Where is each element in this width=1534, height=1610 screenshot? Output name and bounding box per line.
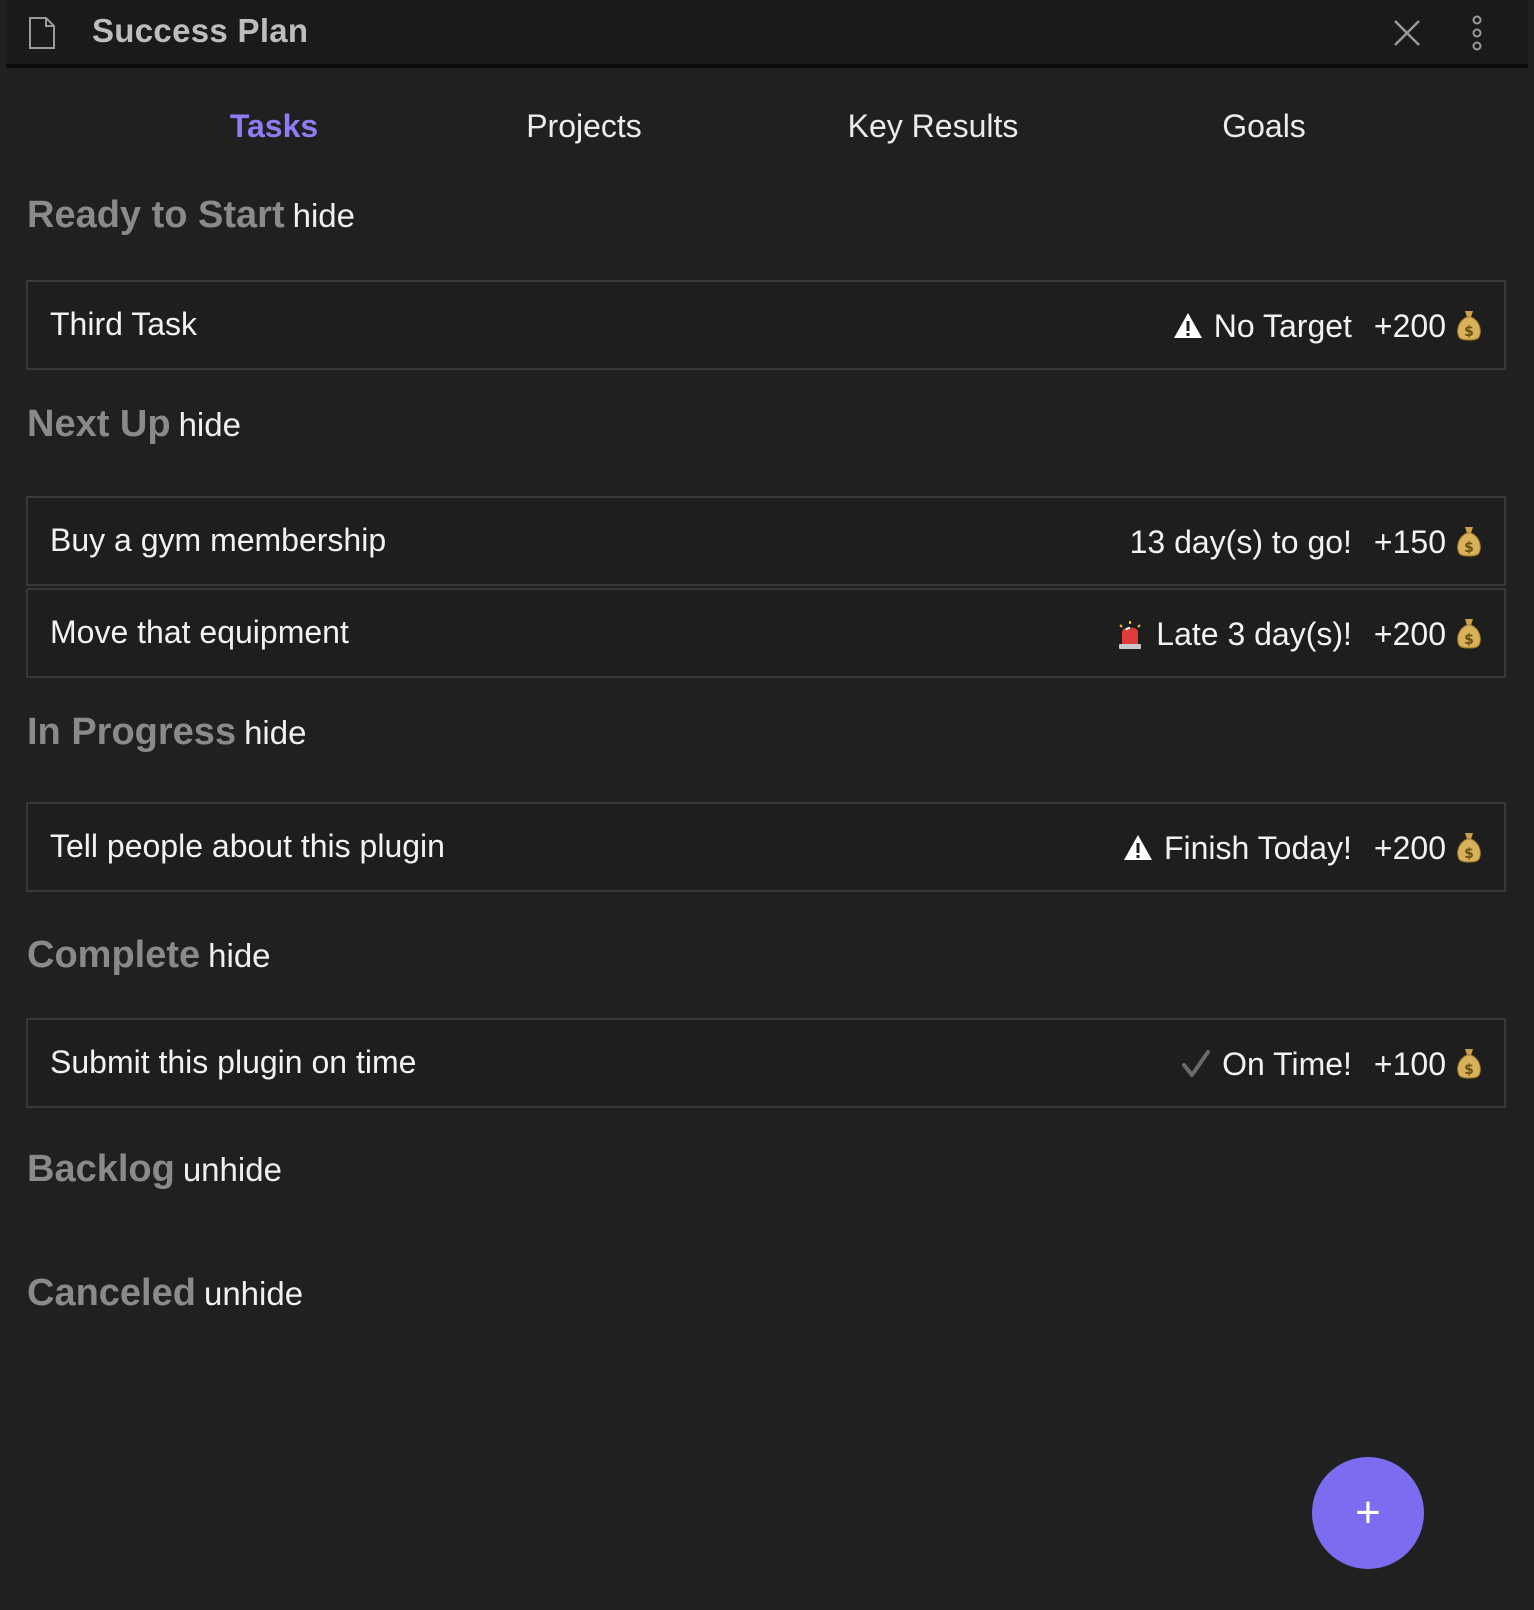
tab-projects[interactable]: Projects bbox=[526, 108, 642, 145]
task-row[interactable]: Buy a gym membership 13 day(s) to go! +1… bbox=[26, 496, 1506, 586]
unhide-toggle[interactable]: unhide bbox=[183, 1151, 282, 1188]
close-icon[interactable] bbox=[1392, 18, 1422, 48]
task-meta: Late 3 day(s)! +200 $ bbox=[1114, 612, 1482, 656]
page-title: Success Plan bbox=[92, 12, 309, 49]
checkmark-icon bbox=[1182, 1050, 1211, 1077]
task-row[interactable]: Move that equipment Late 3 day(s)! +200 … bbox=[26, 588, 1506, 678]
money-bag-icon: $ bbox=[1457, 1049, 1481, 1079]
unhide-toggle[interactable]: unhide bbox=[204, 1275, 303, 1312]
task-points: +200 bbox=[1373, 307, 1446, 344]
hide-toggle[interactable]: hide bbox=[179, 406, 241, 443]
task-points: +200 bbox=[1373, 829, 1446, 866]
hide-toggle[interactable]: hide bbox=[293, 197, 355, 234]
task-row[interactable]: Third Task No Target +200 $ bbox=[26, 280, 1506, 370]
money-bag-icon: $ bbox=[1457, 619, 1481, 649]
money-bag-icon: $ bbox=[1457, 527, 1481, 557]
more-vertical-icon[interactable] bbox=[1470, 15, 1484, 51]
warning-icon bbox=[1123, 835, 1152, 860]
task-status: On Time! bbox=[1222, 1045, 1352, 1082]
section-canceled: Canceled unhide bbox=[27, 1272, 303, 1315]
section-ready-to-start: Ready to Start hide bbox=[27, 194, 355, 237]
view-header: Success Plan bbox=[6, 0, 1528, 68]
task-points: +100 bbox=[1373, 1045, 1446, 1082]
tab-tasks[interactable]: Tasks bbox=[230, 108, 318, 145]
hide-toggle[interactable]: hide bbox=[208, 937, 270, 974]
success-plan-window: Success Plan Tasks Projects Key Results … bbox=[6, 0, 1528, 1610]
section-next-up: Next Up hide bbox=[27, 403, 241, 446]
section-complete: Complete hide bbox=[27, 934, 271, 977]
add-task-button[interactable]: + bbox=[1312, 1457, 1424, 1569]
task-meta: Finish Today! +200 $ bbox=[1122, 826, 1482, 870]
plus-icon: + bbox=[1355, 1488, 1381, 1537]
svg-text:$: $ bbox=[1464, 632, 1474, 648]
document-icon bbox=[29, 17, 55, 49]
task-points: +200 bbox=[1373, 615, 1446, 652]
task-meta: No Target +200 $ bbox=[1172, 304, 1482, 348]
money-bag-icon: $ bbox=[1457, 311, 1481, 341]
task-status: 13 day(s) to go! bbox=[1129, 523, 1352, 560]
section-title: In Progress bbox=[27, 711, 237, 753]
section-in-progress: In Progress hide bbox=[27, 711, 306, 754]
warning-icon bbox=[1173, 313, 1202, 338]
section-title: Canceled bbox=[27, 1272, 196, 1314]
task-row[interactable]: Tell people about this plugin Finish Tod… bbox=[26, 802, 1506, 892]
task-row[interactable]: Submit this plugin on time On Time! +100… bbox=[26, 1018, 1506, 1108]
section-backlog: Backlog unhide bbox=[27, 1148, 282, 1191]
task-status: Late 3 day(s)! bbox=[1156, 615, 1352, 652]
svg-text:$: $ bbox=[1464, 846, 1474, 862]
svg-text:$: $ bbox=[1464, 540, 1474, 556]
section-title: Backlog bbox=[27, 1148, 175, 1190]
siren-icon bbox=[1119, 621, 1142, 649]
section-title: Complete bbox=[27, 934, 201, 976]
section-title: Ready to Start bbox=[27, 194, 285, 236]
task-name: Tell people about this plugin bbox=[50, 828, 445, 864]
task-name: Move that equipment bbox=[50, 614, 349, 650]
svg-text:$: $ bbox=[1464, 324, 1474, 340]
money-bag-icon: $ bbox=[1457, 833, 1481, 863]
tab-key-results[interactable]: Key Results bbox=[848, 108, 1019, 145]
hide-toggle[interactable]: hide bbox=[244, 714, 306, 751]
tab-goals[interactable]: Goals bbox=[1222, 108, 1306, 145]
section-title: Next Up bbox=[27, 403, 171, 445]
task-status: Finish Today! bbox=[1163, 829, 1352, 866]
task-points: +150 bbox=[1373, 523, 1446, 560]
svg-text:$: $ bbox=[1464, 1062, 1474, 1078]
task-meta: On Time! +100 $ bbox=[1180, 1042, 1482, 1086]
task-status: No Target bbox=[1213, 307, 1352, 344]
task-meta: 13 day(s) to go! +150 $ bbox=[1130, 520, 1482, 564]
task-name: Third Task bbox=[50, 306, 198, 342]
task-name: Submit this plugin on time bbox=[50, 1044, 417, 1080]
task-name: Buy a gym membership bbox=[50, 522, 387, 558]
tab-bar: Tasks Projects Key Results Goals bbox=[6, 108, 1528, 160]
